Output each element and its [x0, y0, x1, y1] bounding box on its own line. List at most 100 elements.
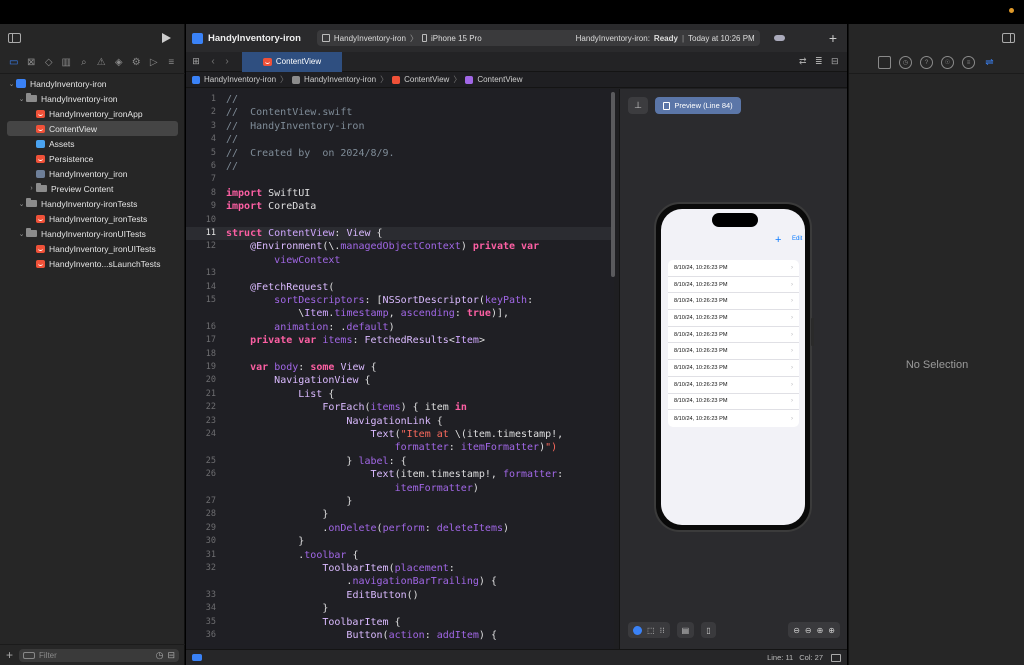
navigator-item[interactable]: ⌄ HandyInventory-ironUITests: [7, 226, 178, 241]
accessibility-inspector-icon[interactable]: ☉: [941, 56, 954, 69]
navigator-item[interactable]: ⌄ HandyInventory-iron: [7, 91, 178, 106]
zoom-actual-icon[interactable]: ⊕: [817, 626, 824, 635]
code-line[interactable]: .navigationBarTrailing) {: [186, 575, 614, 588]
code-line[interactable]: 25 } label: {: [186, 455, 614, 468]
bookmark-tab-icon[interactable]: ◇: [40, 53, 58, 73]
pin-icon[interactable]: ⊥: [628, 97, 648, 114]
navigator-item[interactable]: HandyInventory_ironUITests: [7, 241, 178, 256]
quick-help-icon[interactable]: ?: [920, 56, 933, 69]
code-line[interactable]: 8 import SwiftUI: [186, 187, 614, 200]
zoom-fit-icon[interactable]: ⊖: [805, 626, 812, 635]
list-item[interactable]: 8/10/24, 10:26:23 PM ›: [668, 310, 799, 327]
code-line[interactable]: 3 // HandyInventory-iron: [186, 120, 614, 133]
code-line[interactable]: itemFormatter): [186, 482, 614, 495]
find-tab-icon[interactable]: ⌕: [75, 53, 93, 73]
navigator-item[interactable]: › Preview Content: [7, 181, 178, 196]
preview-selector-button[interactable]: Preview (Line 84): [655, 97, 741, 114]
inspector-toggle-icon[interactable]: [1002, 33, 1015, 43]
code-line[interactable]: \Item.timestamp, ascending: true)],: [186, 307, 614, 320]
code-line[interactable]: 12 @Environment(\.managedObjectContext) …: [186, 240, 614, 253]
code-line[interactable]: 22 ForEach(items) { item in: [186, 401, 614, 414]
breadcrumb-item[interactable]: ContentView: [477, 75, 522, 84]
zoom-in-icon[interactable]: ⊕: [828, 626, 835, 635]
list-item[interactable]: 8/10/24, 10:26:23 PM ›: [668, 377, 799, 394]
code-line[interactable]: 24 Text("Item at \(item.timestamp!,: [186, 428, 614, 441]
chevron-right-icon[interactable]: ›: [27, 185, 36, 192]
list-item[interactable]: 8/10/24, 10:26:23 PM ›: [668, 327, 799, 344]
list-item[interactable]: 8/10/24, 10:26:23 PM ›: [668, 260, 799, 277]
code-line[interactable]: 14 @FetchRequest(: [186, 281, 614, 294]
report-tab-icon[interactable]: ≡: [163, 53, 181, 73]
live-mode-icon[interactable]: [633, 625, 642, 635]
history-inspector-icon[interactable]: ◷: [899, 56, 912, 69]
breadcrumb-item[interactable]: HandyInventory-iron: [304, 75, 376, 84]
code-line[interactable]: 6 //: [186, 160, 614, 173]
scheme-name[interactable]: HandyInventory-iron: [334, 34, 406, 43]
code-line[interactable]: 16 animation: .default): [186, 321, 614, 334]
filter-input[interactable]: Filter ◷ ⊟: [19, 648, 179, 662]
list-item[interactable]: 8/10/24, 10:26:23 PM ›: [668, 293, 799, 311]
code-line[interactable]: 31 .toolbar {: [186, 549, 614, 562]
code-line[interactable]: 15 sortDescriptors: [NSSortDescriptor(ke…: [186, 294, 614, 307]
chevron-down-icon[interactable]: ⌄: [17, 95, 26, 103]
list-item[interactable]: 8/10/24, 10:26:23 PM ›: [668, 277, 799, 294]
code-line[interactable]: 21 List {: [186, 388, 614, 401]
code-line[interactable]: 30 }: [186, 535, 614, 548]
navigator-item[interactable]: ⌄ HandyInventory-iron: [7, 76, 178, 91]
device-select-button[interactable]: ▯: [701, 622, 716, 638]
navigator-item[interactable]: HandyInvento...sLaunchTests: [7, 256, 178, 271]
code-line[interactable]: 17 private var items: FetchedResults<Ite…: [186, 334, 614, 347]
scm-filter-icon[interactable]: ⊟: [167, 650, 175, 661]
code-line[interactable]: 20 NavigationView {: [186, 374, 614, 387]
breadcrumb-item[interactable]: HandyInventory-iron: [204, 75, 276, 84]
source-editor[interactable]: 1 // 2 // ContentView.swift 3 // HandyInvento…: [186, 89, 614, 649]
add-item-button[interactable]: +: [775, 234, 781, 246]
add-icon[interactable]: +: [6, 648, 13, 662]
device-settings-button[interactable]: ▤: [676, 622, 695, 638]
code-line[interactable]: 33 EditButton(): [186, 589, 614, 602]
canvas-inspector-icon[interactable]: ⇌: [983, 56, 996, 69]
zoom-out-icon[interactable]: ⊖: [793, 626, 800, 635]
chevron-down-icon[interactable]: ⌄: [7, 80, 16, 88]
navigator-item[interactable]: HandyInventory_iron: [7, 166, 178, 181]
cloud-icon[interactable]: [773, 35, 785, 41]
project-navigator-tab-icon[interactable]: ▭: [5, 53, 23, 73]
list-item[interactable]: 8/10/24, 10:26:23 PM ›: [668, 410, 799, 427]
code-line[interactable]: 19 var body: some View {: [186, 361, 614, 374]
code-line[interactable]: 7: [186, 173, 614, 186]
code-line[interactable]: 2 // ContentView.swift: [186, 106, 614, 119]
navigator-item[interactable]: Assets: [7, 136, 178, 151]
code-line[interactable]: 36 Button(action: addItem) {: [186, 629, 614, 642]
forward-icon[interactable]: ›: [220, 56, 234, 67]
issue-tab-icon[interactable]: ⚠: [93, 53, 111, 73]
symbol-tab-icon[interactable]: ▥: [58, 53, 76, 73]
list-item[interactable]: 8/10/24, 10:26:23 PM ›: [668, 360, 799, 377]
code-line[interactable]: 35 ToolbarItem {: [186, 616, 614, 629]
code-line[interactable]: 23 NavigationLink {: [186, 415, 614, 428]
chevron-down-icon[interactable]: ⌄: [17, 230, 26, 238]
variants-icon[interactable]: ⁝⁝: [660, 626, 665, 635]
list-item[interactable]: 8/10/24, 10:26:23 PM ›: [668, 394, 799, 411]
breakpoint-tab-icon[interactable]: ▷: [145, 53, 163, 73]
chevron-down-icon[interactable]: ⌄: [17, 200, 26, 208]
add-tab-icon[interactable]: +: [829, 30, 837, 46]
recent-files-icon[interactable]: ◷: [156, 650, 164, 661]
code-line[interactable]: 32 ToolbarItem(placement:: [186, 562, 614, 575]
attributes-inspector-icon[interactable]: ≡: [962, 56, 975, 69]
code-line[interactable]: 13: [186, 267, 614, 280]
file-inspector-icon[interactable]: [878, 56, 891, 69]
refresh-icon[interactable]: ⇄: [799, 56, 815, 67]
code-line[interactable]: 26 Text(item.timestamp!, formatter:: [186, 468, 614, 481]
simulator-screen[interactable]: + Edit 8/10/24, 10:26:23 PM › 8/10/24, 10:…: [661, 209, 805, 525]
selectable-mode-icon[interactable]: ⬚: [647, 626, 655, 635]
debug-tab-icon[interactable]: ⚙: [128, 53, 146, 73]
edit-button[interactable]: Edit: [792, 236, 802, 242]
code-line[interactable]: formatter: itemFormatter)"): [186, 441, 614, 454]
editor-scrollbar[interactable]: [611, 92, 615, 277]
editor-options-icon[interactable]: ≣: [815, 56, 831, 67]
code-line[interactable]: 34 }: [186, 602, 614, 615]
navigator-item[interactable]: Persistence: [7, 151, 178, 166]
tab-contentview[interactable]: ContentView: [242, 51, 342, 72]
code-line[interactable]: 29 .onDelete(perform: deleteItems): [186, 522, 614, 535]
code-line[interactable]: 1 //: [186, 93, 614, 106]
